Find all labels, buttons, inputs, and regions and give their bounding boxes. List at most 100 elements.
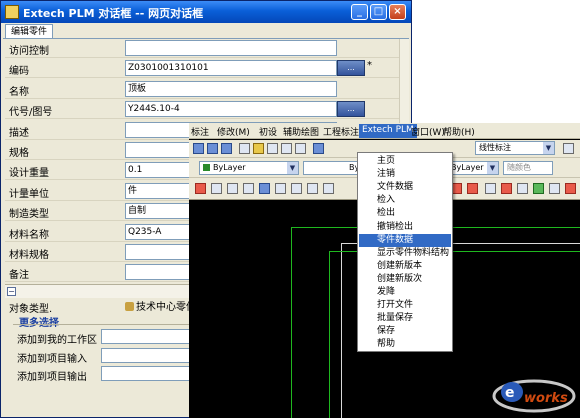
plm-menu-item[interactable]: 零件数据 (359, 233, 451, 247)
field-label: 设计重量 (9, 168, 49, 180)
tolerance-icon[interactable] (517, 183, 528, 194)
lineweight-dropdown[interactable]: ByLayer ▼ (447, 161, 499, 175)
layer-dropdown[interactable]: ByLayer ▼ (199, 161, 299, 175)
close-button[interactable]: × (389, 4, 406, 20)
add-to-project-output-field[interactable] (101, 366, 191, 381)
circle-icon[interactable] (259, 183, 270, 194)
field-label: 计量单位 (9, 188, 49, 200)
layer-color-swatch (203, 164, 210, 171)
zoom-window-icon[interactable] (207, 143, 218, 154)
field-label: 材料规格 (9, 250, 49, 261)
object-type-label: 对象类型. (9, 304, 53, 315)
chevron-down-icon: ▼ (543, 142, 554, 154)
field-input[interactable] (125, 40, 337, 56)
drawing-line (291, 227, 292, 418)
tool-palette-icon[interactable] (267, 143, 278, 154)
field-label: 描述 (9, 127, 29, 139)
lineweight-value: ByLayer (451, 163, 484, 172)
field-input[interactable]: 顶板 (125, 80, 337, 97)
plm-menu-item[interactable]: 显示零件物料结构 (359, 247, 451, 260)
text-icon[interactable] (275, 183, 286, 194)
browse-button[interactable]: ... (337, 101, 365, 118)
browse-button[interactable]: ... (337, 60, 365, 77)
field-input[interactable]: Z0301001310101 (125, 60, 337, 77)
polyline-icon[interactable] (211, 183, 222, 194)
plm-menu-item[interactable]: 文件数据 (359, 181, 451, 194)
plm-menu-item[interactable]: 打开文件 (359, 299, 451, 312)
dimension-edit-icon[interactable] (549, 183, 560, 194)
dialog-app-icon (5, 5, 19, 19)
add-to-workspace-field[interactable] (101, 329, 191, 344)
calculator-icon[interactable] (295, 143, 306, 154)
plm-menu-item[interactable]: 主页 (359, 155, 451, 168)
design-center-icon[interactable] (253, 143, 264, 154)
drawing-line (329, 251, 330, 418)
help-icon[interactable] (313, 143, 324, 154)
sheet-set-icon[interactable] (281, 143, 292, 154)
more-options-heading[interactable]: 更多选择 (19, 314, 59, 329)
add-to-project-input-label: 添加到项目输入 (17, 354, 87, 365)
dimension-style-icon[interactable] (563, 143, 574, 154)
field-label: 规格 (9, 148, 29, 159)
menu-help[interactable]: 帮助(H) (443, 125, 475, 138)
plm-menu-item[interactable]: 发降 (359, 286, 451, 299)
dimension-style-value: 线性标注 (479, 143, 511, 152)
line-icon[interactable] (195, 183, 206, 194)
field-label: 访问控制 (9, 46, 49, 57)
plm-menu-item[interactable]: 帮助 (359, 338, 451, 351)
plm-menu-item[interactable]: 注销 (359, 168, 451, 181)
menu-draw-aid[interactable]: 辅助绘图 (283, 125, 319, 138)
hatch-icon[interactable] (227, 183, 238, 194)
collapse-icon[interactable]: − (7, 287, 16, 296)
zoom-icon[interactable] (193, 143, 204, 154)
plot-style-value: 随颜色 (507, 163, 531, 172)
maximize-button[interactable]: □ (370, 4, 387, 20)
plm-menu-item[interactable]: 检入 (359, 194, 451, 207)
chevron-down-icon: ▼ (487, 162, 498, 174)
add-to-workspace-label: 添加到我的工作区 (17, 335, 97, 346)
grid-icon[interactable] (243, 183, 254, 194)
menu-modify[interactable]: 修改(M) (217, 125, 250, 138)
add-to-project-output-label: 添加到项目输出 (17, 372, 87, 383)
chevron-down-icon: ▼ (287, 162, 298, 174)
menu-window[interactable]: 窗口(W) (411, 125, 445, 138)
required-marker: * (367, 60, 372, 72)
plm-menu-item[interactable]: 检出 (359, 207, 451, 220)
extech-plm-menu: 主页 注销 文件数据 检入 检出 撤销检出 零件数据 显示零件物料结构 创建新版本 创建新版次 发降… (357, 152, 453, 352)
menu-preset[interactable]: 初设 (259, 125, 277, 138)
dialog-titlebar: Extech PLM 对话框 -- 网页对话框 _ □ × (1, 1, 411, 23)
plot-style-dropdown[interactable]: 随颜色 (503, 161, 553, 175)
rectangle-icon[interactable] (307, 183, 318, 194)
svg-text:works: works (524, 391, 568, 406)
dimension-radius-icon[interactable] (485, 183, 496, 194)
plm-menu-item[interactable]: 创建新版次 (359, 273, 451, 286)
field-label: 备注 (9, 270, 29, 282)
menu-extech-plm[interactable]: Extech PLM (359, 124, 417, 138)
field-label: 材料名称 (9, 229, 49, 241)
zoom-previous-icon[interactable] (221, 143, 232, 154)
field-input[interactable]: Y244S.10-4 (125, 101, 337, 118)
dimension-aligned-icon[interactable] (467, 183, 478, 194)
linetype-dropdown[interactable]: By (303, 161, 363, 175)
plm-menu-item[interactable]: 保存 (359, 325, 451, 338)
tab-edit-part[interactable]: 编辑零件 (5, 24, 53, 39)
menu-dimension[interactable]: 标注 (191, 125, 209, 138)
minimize-button[interactable]: _ (351, 4, 368, 20)
menu-engineering-annotation[interactable]: 工程标注 (323, 125, 359, 138)
field-label: 名称 (9, 86, 29, 98)
add-to-project-input-field[interactable] (101, 348, 191, 363)
part-type-icon (125, 302, 134, 311)
form-row: 名称 顶板 (5, 80, 403, 99)
dimension-update-icon[interactable] (565, 183, 576, 194)
center-mark-icon[interactable] (533, 183, 544, 194)
dimension-angular-icon[interactable] (501, 183, 512, 194)
spline-icon[interactable] (323, 183, 334, 194)
plm-menu-item[interactable]: 撤销检出 (359, 221, 451, 234)
plm-menu-item[interactable]: 批量保存 (359, 312, 451, 325)
properties-icon[interactable] (239, 143, 250, 154)
form-row: 编码 Z0301001310101... * (5, 59, 403, 79)
arc-icon[interactable] (291, 183, 302, 194)
drawing-line (341, 243, 342, 418)
plm-menu-item[interactable]: 创建新版本 (359, 260, 451, 273)
dimension-style-dropdown[interactable]: 线性标注 ▼ (475, 141, 555, 155)
